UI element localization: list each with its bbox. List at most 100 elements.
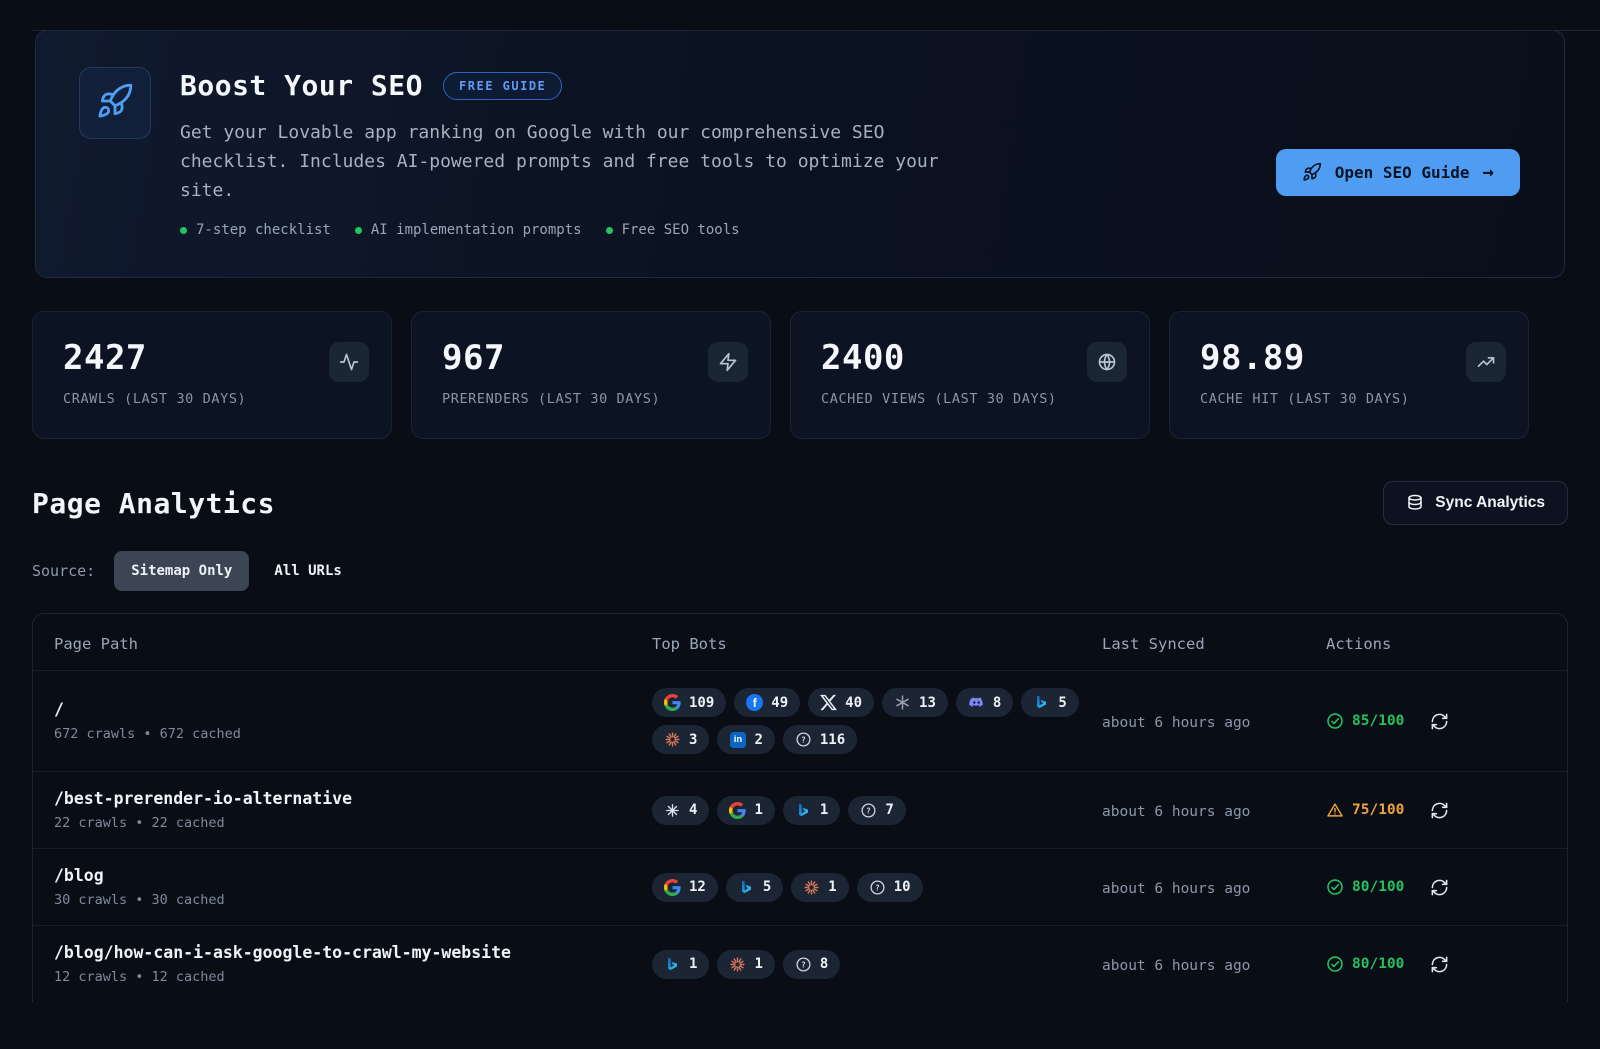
- unknown-bot-icon: ?: [869, 879, 886, 896]
- anthropic-bot-icon: [664, 731, 681, 748]
- openai-bot-icon: [894, 694, 911, 711]
- svg-text:?: ?: [875, 883, 880, 892]
- svg-text:?: ?: [801, 735, 806, 744]
- seo-score-badge: 80/100: [1326, 878, 1404, 896]
- table-row: / 672 crawls • 672 cached 109f494013853i…: [33, 670, 1567, 771]
- arrow-right-icon: →: [1483, 161, 1494, 183]
- bing-bot-icon: [1033, 694, 1050, 711]
- green-dot-icon: [355, 227, 362, 234]
- bot-badge-unknown: ?10: [857, 873, 923, 902]
- bing-bot-icon: [664, 956, 681, 973]
- score-status-icon: [1326, 955, 1344, 973]
- refresh-button[interactable]: [1430, 712, 1449, 731]
- bot-badge-unknown: ?8: [783, 950, 840, 979]
- unknown-bot-icon: ?: [795, 956, 812, 973]
- bot-badges: 109 f49 40 13 8 5 3 in2? 116: [652, 688, 1082, 754]
- bot-count: 8: [820, 956, 828, 972]
- score-value: 75/100: [1352, 802, 1404, 818]
- bot-count: 5: [763, 879, 771, 895]
- bot-count: 5: [1058, 695, 1066, 711]
- bot-badge-bing: 5: [1021, 688, 1078, 717]
- banner-feature-label: Free SEO tools: [622, 222, 740, 238]
- google-bot-icon: [729, 802, 746, 819]
- stat-value: 967: [442, 338, 660, 378]
- seo-banner: Boost Your SEO FREE GUIDE Get your Lovab…: [35, 30, 1565, 278]
- last-synced: about 6 hours ago: [1102, 958, 1250, 974]
- bot-count: 116: [820, 732, 845, 748]
- bot-badge-facebook: f49: [734, 688, 800, 717]
- score-status-icon: [1326, 712, 1344, 730]
- banner-title: Boost Your SEO: [180, 69, 423, 102]
- column-header-last-synced: Last Synced: [1102, 635, 1326, 653]
- seo-score-badge: 80/100: [1326, 955, 1404, 973]
- banner-feature: AI implementation prompts: [355, 222, 582, 238]
- rocket-icon-box: [79, 67, 151, 139]
- bot-badge-discord: 8: [956, 688, 1013, 717]
- bot-count: 40: [845, 695, 862, 711]
- green-dot-icon: [606, 227, 613, 234]
- page-path: /blog: [54, 866, 652, 885]
- score-status-icon: [1326, 801, 1344, 819]
- source-label: Source:: [32, 562, 95, 580]
- stat-label: CACHED VIEWS (LAST 30 DAYS): [821, 391, 1057, 407]
- bot-count: 1: [828, 879, 836, 895]
- bot-badge-google: 12: [652, 873, 718, 902]
- bot-badge-unknown: ?7: [848, 796, 905, 825]
- stat-label: PRERENDERS (LAST 30 DAYS): [442, 391, 660, 407]
- bot-count: 7: [885, 802, 893, 818]
- free-guide-badge: FREE GUIDE: [443, 72, 562, 100]
- unknown-bot-icon: ?: [795, 731, 812, 748]
- bot-badge-bing: 5: [726, 873, 783, 902]
- bot-count: 12: [689, 879, 706, 895]
- spider-bot-icon: [664, 802, 681, 819]
- bot-badges: 411?7: [652, 796, 1082, 825]
- source-toggle-group: Sitemap OnlyAll URLs: [114, 551, 359, 591]
- bot-badge-x: 40: [808, 688, 874, 717]
- column-header-page-path: Page Path: [54, 635, 652, 653]
- seo-score-badge: 85/100: [1326, 712, 1404, 730]
- page-analytics-table: Page Path Top Bots Last Synced Actions /…: [32, 613, 1568, 1002]
- page-path: /: [54, 700, 652, 719]
- bot-badge-linkedin: in2: [717, 725, 774, 754]
- banner-feature-label: 7-step checklist: [196, 222, 331, 238]
- sync-analytics-label: Sync Analytics: [1435, 494, 1545, 512]
- google-bot-icon: [664, 694, 681, 711]
- source-option-all-urls[interactable]: All URLs: [257, 551, 358, 591]
- page-path-meta: 22 crawls • 22 cached: [54, 815, 652, 831]
- score-value: 85/100: [1352, 713, 1404, 729]
- bot-count: 3: [689, 732, 697, 748]
- stat-card: 2427 CRAWLS (LAST 30 DAYS): [32, 311, 392, 439]
- activity-icon: [329, 342, 369, 382]
- anthropic-bot-icon: [803, 879, 820, 896]
- table-row: /best-prerender-io-alternative 22 crawls…: [33, 771, 1567, 848]
- table-row: /blog/how-can-i-ask-google-to-crawl-my-w…: [33, 925, 1567, 1002]
- bot-badge-anthropic: 1: [791, 873, 848, 902]
- bot-badge-bing: 1: [652, 950, 709, 979]
- source-option-sitemap-only[interactable]: Sitemap Only: [114, 551, 249, 591]
- bot-count: 1: [754, 956, 762, 972]
- refresh-button[interactable]: [1430, 801, 1449, 820]
- banner-description: Get your Lovable app ranking on Google w…: [180, 118, 980, 205]
- last-synced: about 6 hours ago: [1102, 881, 1250, 897]
- stats-row: 2427 CRAWLS (LAST 30 DAYS) 967 PRERENDERS (…: [32, 311, 1568, 439]
- refresh-button[interactable]: [1430, 955, 1449, 974]
- bing-bot-icon: [738, 879, 755, 896]
- linkedin-bot-icon: in: [729, 731, 746, 748]
- page-title: Page Analytics: [32, 487, 275, 520]
- bot-badge-google: 109: [652, 688, 726, 717]
- refresh-button[interactable]: [1430, 878, 1449, 897]
- page-path-meta: 12 crawls • 12 cached: [54, 969, 652, 985]
- sync-analytics-button[interactable]: Sync Analytics: [1383, 481, 1568, 525]
- bot-badge-anthropic: 1: [717, 950, 774, 979]
- bot-badges: 11?8: [652, 950, 1082, 979]
- open-seo-guide-button[interactable]: Open SEO Guide →: [1276, 149, 1520, 196]
- column-header-actions: Actions: [1326, 635, 1567, 653]
- bot-badge-openai: 13: [882, 688, 948, 717]
- facebook-bot-icon: f: [746, 694, 763, 711]
- page-path: /best-prerender-io-alternative: [54, 789, 652, 808]
- banner-features: 7-step checklist AI implementation prompt…: [180, 222, 1256, 238]
- rocket-icon: [96, 82, 134, 124]
- table-header: Page Path Top Bots Last Synced Actions: [33, 614, 1567, 670]
- stat-value: 2427: [63, 338, 246, 378]
- stat-label: CRAWLS (LAST 30 DAYS): [63, 391, 246, 407]
